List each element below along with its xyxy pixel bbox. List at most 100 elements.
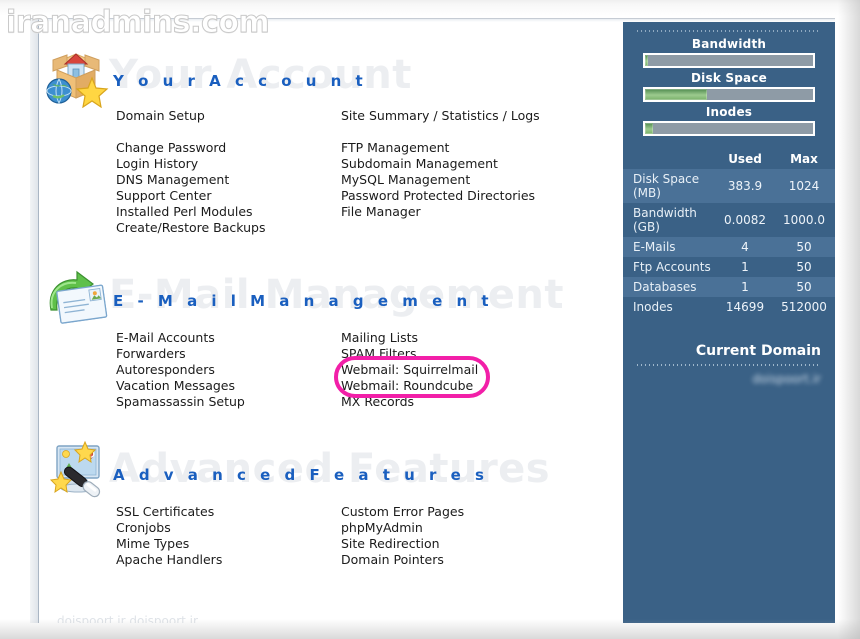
links-column-left: SSL Certificates Cronjobs Mime Types Apa… bbox=[116, 504, 341, 568]
cell-resource: Databases bbox=[623, 277, 717, 297]
link-create-restore-backups[interactable]: Create/Restore Backups bbox=[116, 220, 341, 236]
section-header-your-account: Your Account Y o u r A c c o u n t bbox=[39, 44, 623, 110]
usage-table: Used Max Disk Space (MB) 383.9 1024 Band… bbox=[623, 150, 835, 317]
cell-resource: Disk Space (MB) bbox=[623, 169, 717, 203]
meter-disk-space bbox=[643, 87, 815, 102]
section-header-email-management: E-Mail Management E - M a i l M a n a g … bbox=[39, 264, 623, 330]
links-row-advanced: SSL Certificates Cronjobs Mime Types Apa… bbox=[39, 504, 623, 568]
links-row-account: Change Password Login History DNS Manage… bbox=[39, 140, 623, 236]
main-content: Your Account Y o u r A c c o u n t Domai… bbox=[39, 22, 623, 623]
monitor-magic-wand-icon bbox=[43, 440, 109, 502]
cell-used: 1 bbox=[717, 277, 773, 297]
page-title-advanced-features: A d v a n c e d F e a t u r e s bbox=[113, 466, 489, 484]
column-header-max: Max bbox=[790, 152, 818, 166]
meter-label-inodes: Inodes bbox=[705, 105, 753, 119]
cell-max: 1000.0 bbox=[783, 213, 825, 227]
link-vacation-messages[interactable]: Vacation Messages bbox=[116, 378, 341, 394]
links-row-email: E-Mail Accounts Forwarders Autoresponder… bbox=[39, 330, 623, 410]
meter-fill-bandwidth bbox=[645, 55, 649, 66]
current-domain-heading: Current Domain bbox=[695, 343, 821, 359]
links-column-right: FTP Management Subdomain Management MySQ… bbox=[341, 140, 611, 236]
section-header-advanced-features: Advanced Features A d v a n c e d F e a … bbox=[39, 438, 623, 504]
link-apache-handlers[interactable]: Apache Handlers bbox=[116, 552, 341, 568]
link-dns-management[interactable]: DNS Management bbox=[116, 172, 341, 188]
control-panel-card: Your Account Y o u r A c c o u n t Domai… bbox=[30, 18, 835, 623]
cell-resource: Ftp Accounts bbox=[633, 260, 711, 274]
page-shadow-right bbox=[838, 0, 860, 639]
link-mysql-management[interactable]: MySQL Management bbox=[341, 172, 611, 188]
table-row: Ftp Accounts 1 50 bbox=[623, 257, 835, 277]
link-site-redirection[interactable]: Site Redirection bbox=[341, 536, 611, 552]
cell-resource: Inodes bbox=[633, 300, 673, 314]
link-password-protected-directories[interactable]: Password Protected Directories bbox=[341, 188, 611, 204]
cell-used: 1 bbox=[741, 260, 749, 274]
link-mx-records[interactable]: MX Records bbox=[341, 394, 611, 410]
meter-label-disk-space: Disk Space bbox=[691, 71, 767, 85]
cell-resource: Bandwidth (GB) bbox=[633, 206, 697, 234]
cell-resource: E-Mails bbox=[623, 237, 717, 257]
box-house-globe-star-icon bbox=[43, 46, 109, 109]
link-subdomain-management[interactable]: Subdomain Management bbox=[341, 156, 611, 172]
link-support-center[interactable]: Support Center bbox=[116, 188, 341, 204]
link-file-manager[interactable]: File Manager bbox=[341, 204, 611, 220]
link-webmail-roundcube[interactable]: Webmail: Roundcube bbox=[341, 378, 611, 394]
section-email-management: E-Mail Management E - M a i l M a n a g … bbox=[39, 236, 623, 410]
link-change-password[interactable]: Change Password bbox=[116, 140, 341, 156]
link-webmail-squirrelmail[interactable]: Webmail: Squirrelmail bbox=[341, 362, 611, 378]
link-cronjobs[interactable]: Cronjobs bbox=[116, 520, 341, 536]
page-shadow-bottom bbox=[0, 619, 860, 639]
cell-used: 14699 bbox=[725, 300, 765, 314]
meter-fill-inodes bbox=[645, 123, 654, 134]
table-row: Bandwidth (GB) 0.0082 1000.0 bbox=[623, 203, 835, 237]
link-domain-pointers[interactable]: Domain Pointers bbox=[341, 552, 611, 568]
current-domain-divider bbox=[637, 364, 821, 366]
cell-max: 512000 bbox=[781, 300, 827, 314]
link-ssl-certificates[interactable]: SSL Certificates bbox=[116, 504, 341, 520]
link-login-history[interactable]: Login History bbox=[116, 156, 341, 172]
links-column-right: Custom Error Pages phpMyAdmin Site Redir… bbox=[341, 504, 611, 568]
cell-max: 50 bbox=[796, 260, 812, 274]
link-domain-setup[interactable]: Domain Setup bbox=[116, 108, 341, 124]
table-header-row: Used Max bbox=[623, 150, 835, 169]
link-email-accounts[interactable]: E-Mail Accounts bbox=[116, 330, 341, 346]
screenshot-root: iranadmins.com Your Account Y o u r A c … bbox=[0, 0, 860, 639]
envelope-green-arrow-icon bbox=[43, 266, 109, 328]
current-domain-value[interactable]: doispoort.ir bbox=[623, 372, 835, 386]
cell-used: 0.0082 bbox=[724, 213, 766, 227]
link-ftp-management[interactable]: FTP Management bbox=[341, 140, 611, 156]
links-column-left: Domain Setup bbox=[116, 108, 341, 124]
section-advanced-features: Advanced Features A d v a n c e d F e a … bbox=[39, 410, 623, 568]
meters-group: Bandwidth Disk Space Inodes bbox=[623, 22, 835, 136]
table-row: Inodes 14699 512000 bbox=[623, 297, 835, 317]
meter-label-bandwidth: Bandwidth bbox=[691, 37, 767, 51]
cell-max: 50 bbox=[773, 277, 835, 297]
column-header-used: Used bbox=[728, 152, 762, 166]
link-spamassassin-setup[interactable]: Spamassassin Setup bbox=[116, 394, 341, 410]
meter-inodes bbox=[643, 121, 815, 136]
link-forwarders[interactable]: Forwarders bbox=[116, 346, 341, 362]
link-site-summary[interactable]: Site Summary / Statistics / Logs bbox=[341, 108, 611, 124]
panel-left-rail bbox=[30, 19, 39, 623]
link-phpmyadmin[interactable]: phpMyAdmin bbox=[341, 520, 611, 536]
links-column-right: Mailing Lists SPAM Filters Webmail: Squi… bbox=[334, 330, 611, 410]
links-row-intro: Domain Setup Site Summary / Statistics /… bbox=[39, 108, 623, 124]
links-column-left: Change Password Login History DNS Manage… bbox=[116, 140, 341, 236]
meter-fill-disk-space bbox=[645, 89, 708, 100]
table-row: E-Mails 4 50 bbox=[623, 237, 835, 257]
link-custom-error-pages[interactable]: Custom Error Pages bbox=[341, 504, 611, 520]
link-spam-filters[interactable]: SPAM Filters bbox=[341, 346, 611, 362]
links-column-left: E-Mail Accounts Forwarders Autoresponder… bbox=[116, 330, 341, 410]
links-column-right: Site Summary / Statistics / Logs bbox=[341, 108, 611, 124]
section-your-account: Your Account Y o u r A c c o u n t Domai… bbox=[39, 22, 623, 236]
link-mime-types[interactable]: Mime Types bbox=[116, 536, 341, 552]
cell-max: 1024 bbox=[773, 169, 835, 203]
table-row: Disk Space (MB) 383.9 1024 bbox=[623, 169, 835, 203]
link-installed-perl-modules[interactable]: Installed Perl Modules bbox=[116, 204, 341, 220]
link-mailing-lists[interactable]: Mailing Lists bbox=[341, 330, 611, 346]
link-autoresponders[interactable]: Autoresponders bbox=[116, 362, 341, 378]
cell-used: 4 bbox=[717, 237, 773, 257]
cell-max: 50 bbox=[773, 237, 835, 257]
site-watermark: iranadmins.com bbox=[5, 5, 270, 41]
stats-sidebar: Bandwidth Disk Space Inodes Used Max Dis… bbox=[623, 22, 835, 623]
page-title-email-management: E - M a i l M a n a g e m e n t bbox=[113, 292, 494, 310]
